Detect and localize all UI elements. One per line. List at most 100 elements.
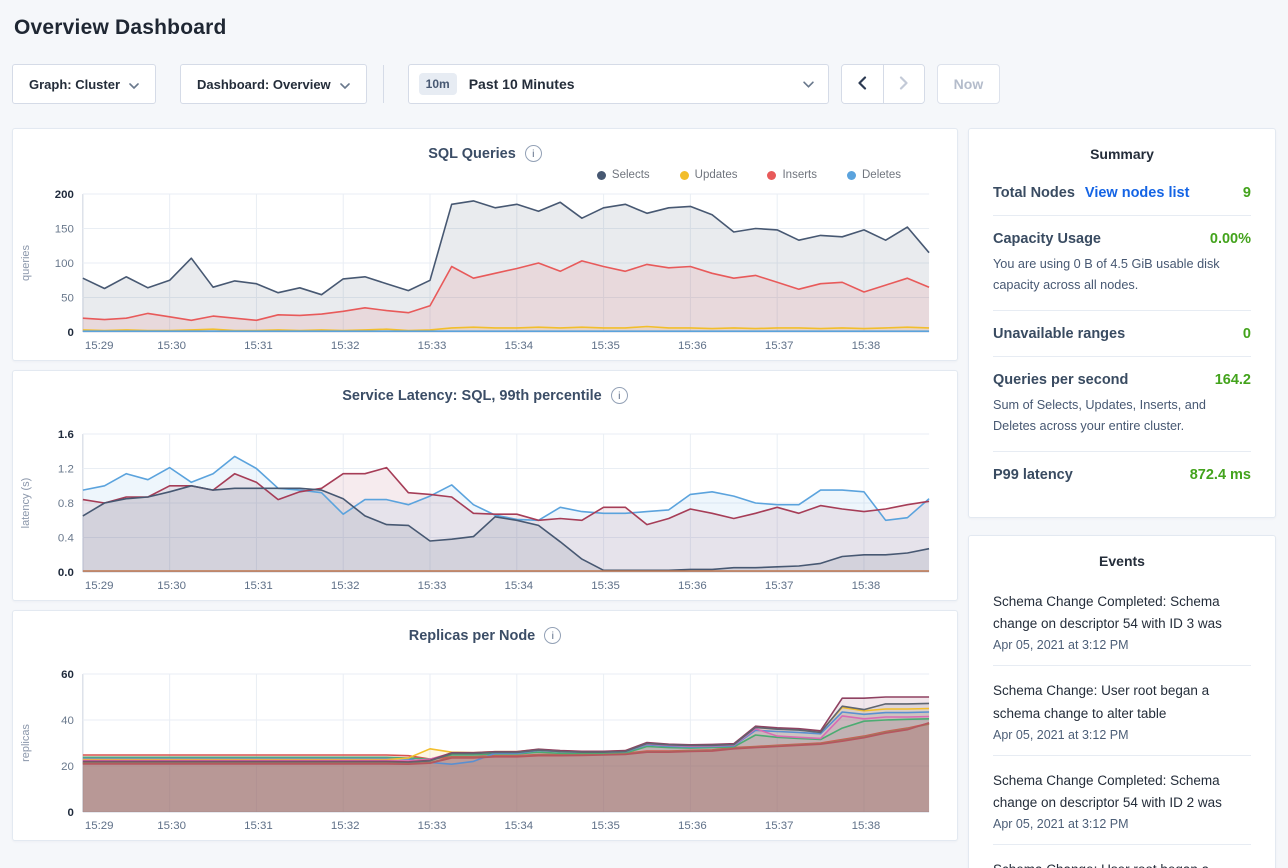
y-axis-tick: 50 bbox=[61, 292, 74, 304]
x-axis-tick: 15:35 bbox=[591, 820, 620, 832]
chevron-down-icon bbox=[803, 75, 814, 93]
x-axis-tick: 15:31 bbox=[244, 340, 273, 352]
y-axis-tick: 0.0 bbox=[58, 567, 74, 579]
event-timestamp: Apr 05, 2021 at 3:12 PM bbox=[993, 638, 1251, 652]
controls-divider bbox=[383, 65, 384, 103]
summary-row-p99-latency: P99 latency 872.4 ms bbox=[993, 451, 1251, 497]
capacity-usage-label: Capacity Usage bbox=[993, 231, 1101, 247]
y-axis-tick: 0 bbox=[67, 807, 73, 819]
replicas-per-node-chart[interactable]: 15:2915:3015:3115:3215:3315:3415:3515:36… bbox=[15, 666, 955, 834]
x-axis-tick: 15:33 bbox=[418, 340, 447, 352]
capacity-usage-value: 0.00% bbox=[1210, 231, 1251, 247]
event-item[interactable]: Schema Change: User root began a schema … bbox=[993, 844, 1251, 868]
x-axis-tick: 15:29 bbox=[85, 820, 114, 832]
dashboard-content: SQL Queries i SelectsUpdatesInsertsDelet… bbox=[12, 128, 1276, 868]
chevron-down-icon bbox=[129, 77, 139, 92]
event-text: Schema Change: User root began a schema … bbox=[993, 859, 1251, 868]
charts-column: SQL Queries i SelectsUpdatesInsertsDelet… bbox=[12, 128, 958, 841]
event-item[interactable]: Schema Change: User root began a schema … bbox=[993, 665, 1251, 755]
dashboard-dropdown[interactable]: Dashboard: Overview bbox=[180, 64, 367, 104]
legend-dot-icon bbox=[767, 171, 776, 180]
info-icon[interactable]: i bbox=[544, 627, 561, 644]
x-axis-tick: 15:36 bbox=[678, 340, 707, 352]
x-axis-tick: 15:29 bbox=[85, 340, 114, 352]
x-axis-tick: 15:37 bbox=[765, 580, 794, 592]
time-step-buttons bbox=[841, 64, 925, 104]
summary-row-queries-per-second: Queries per second 164.2 Sum of Selects,… bbox=[993, 356, 1251, 451]
chart-panel-service-latency: Service Latency: SQL, 99th percentile i … bbox=[12, 370, 958, 601]
total-nodes-label: Total Nodes bbox=[993, 185, 1075, 201]
event-item[interactable]: Schema Change Completed: Schema change o… bbox=[993, 577, 1251, 666]
x-axis-tick: 15:32 bbox=[331, 580, 360, 592]
now-button[interactable]: Now bbox=[937, 64, 1001, 104]
summary-panel: Summary Total Nodes View nodes list 9 Ca… bbox=[968, 128, 1276, 518]
events-panel: Events Schema Change Completed: Schema c… bbox=[968, 535, 1276, 868]
view-nodes-list-link[interactable]: View nodes list bbox=[1085, 185, 1190, 201]
event-item[interactable]: Schema Change Completed: Schema change o… bbox=[993, 755, 1251, 845]
p99-latency-value: 872.4 ms bbox=[1190, 467, 1251, 483]
event-timestamp: Apr 05, 2021 at 3:12 PM bbox=[993, 728, 1251, 742]
x-axis-tick: 15:30 bbox=[157, 340, 186, 352]
chart-panel-sql-queries: SQL Queries i SelectsUpdatesInsertsDelet… bbox=[12, 128, 958, 361]
x-axis-tick: 15:32 bbox=[331, 340, 360, 352]
legend-item-selects: Selects bbox=[597, 169, 650, 181]
x-axis-tick: 15:37 bbox=[765, 340, 794, 352]
y-axis-unit-label: latency (s) bbox=[20, 478, 32, 529]
y-axis-tick: 200 bbox=[55, 189, 74, 201]
chevron-down-icon bbox=[340, 77, 350, 92]
metrics-page: Overview Dashboard Graph: Cluster Dashbo… bbox=[0, 0, 1288, 868]
x-axis-tick: 15:36 bbox=[678, 820, 707, 832]
chart-title: Service Latency: SQL, 99th percentile bbox=[342, 388, 602, 404]
y-axis-tick: 1.2 bbox=[58, 463, 74, 475]
summary-title: Summary bbox=[993, 146, 1251, 162]
y-axis-tick: 0.4 bbox=[58, 532, 75, 544]
controls-bar: Graph: Cluster Dashboard: Overview 10m P… bbox=[12, 64, 1276, 104]
event-timestamp: Apr 05, 2021 at 3:12 PM bbox=[993, 817, 1251, 831]
queries-per-second-label: Queries per second bbox=[993, 372, 1128, 388]
chart-spacer bbox=[15, 404, 955, 426]
chart-panel-replicas-per-node: Replicas per Node i 15:2915:3015:3115:32… bbox=[12, 610, 958, 841]
service-latency-chart[interactable]: 15:2915:3015:3115:3215:3315:3415:3515:36… bbox=[15, 426, 955, 594]
chart-title: Replicas per Node bbox=[409, 628, 536, 644]
y-axis-unit-label: replicas bbox=[20, 724, 32, 762]
x-axis-tick: 15:34 bbox=[504, 820, 533, 832]
time-range-badge: 10m bbox=[419, 73, 457, 95]
event-text: Schema Change Completed: Schema change o… bbox=[993, 770, 1251, 815]
x-axis-tick: 15:30 bbox=[157, 580, 186, 592]
x-axis-tick: 15:30 bbox=[157, 820, 186, 832]
y-axis-unit-label: queries bbox=[20, 244, 32, 281]
legend-item-deletes: Deletes bbox=[847, 169, 901, 181]
y-axis-tick: 100 bbox=[55, 258, 74, 270]
unavailable-ranges-label: Unavailable ranges bbox=[993, 326, 1125, 342]
legend-label: Inserts bbox=[782, 169, 817, 181]
y-axis-tick: 0.8 bbox=[58, 498, 74, 510]
queries-per-second-subtext: Sum of Selects, Updates, Inserts, and De… bbox=[993, 395, 1251, 437]
legend-item-updates: Updates bbox=[680, 169, 738, 181]
queries-per-second-value: 164.2 bbox=[1215, 372, 1251, 388]
y-axis-tick: 20 bbox=[61, 761, 74, 773]
y-axis-tick: 1.6 bbox=[58, 429, 74, 441]
x-axis-tick: 15:31 bbox=[244, 820, 273, 832]
graph-dropdown-label: Graph: Cluster bbox=[29, 77, 120, 92]
y-axis-tick: 60 bbox=[61, 669, 74, 681]
x-axis-tick: 15:33 bbox=[418, 580, 447, 592]
info-icon[interactable]: i bbox=[525, 145, 542, 162]
unavailable-ranges-value: 0 bbox=[1243, 326, 1251, 342]
x-axis-tick: 15:38 bbox=[852, 580, 881, 592]
legend-dot-icon bbox=[680, 171, 689, 180]
right-sidebar: Summary Total Nodes View nodes list 9 Ca… bbox=[968, 128, 1276, 868]
x-axis-tick: 15:35 bbox=[591, 340, 620, 352]
x-axis-tick: 15:31 bbox=[244, 580, 273, 592]
time-forward-button[interactable] bbox=[883, 65, 924, 103]
graph-dropdown[interactable]: Graph: Cluster bbox=[12, 64, 156, 104]
time-back-button[interactable] bbox=[842, 65, 883, 103]
x-axis-tick: 15:38 bbox=[852, 340, 881, 352]
time-range-picker[interactable]: 10m Past 10 Minutes bbox=[408, 64, 829, 104]
sql-queries-chart[interactable]: 15:2915:3015:3115:3215:3315:3415:3515:36… bbox=[15, 186, 955, 354]
legend-dot-icon bbox=[847, 171, 856, 180]
dashboard-dropdown-label: Dashboard: Overview bbox=[197, 77, 331, 92]
legend-label: Deletes bbox=[862, 169, 901, 181]
x-axis-tick: 15:33 bbox=[418, 820, 447, 832]
info-icon[interactable]: i bbox=[611, 387, 628, 404]
capacity-usage-subtext: You are using 0 B of 4.5 GiB usable disk… bbox=[993, 254, 1251, 296]
